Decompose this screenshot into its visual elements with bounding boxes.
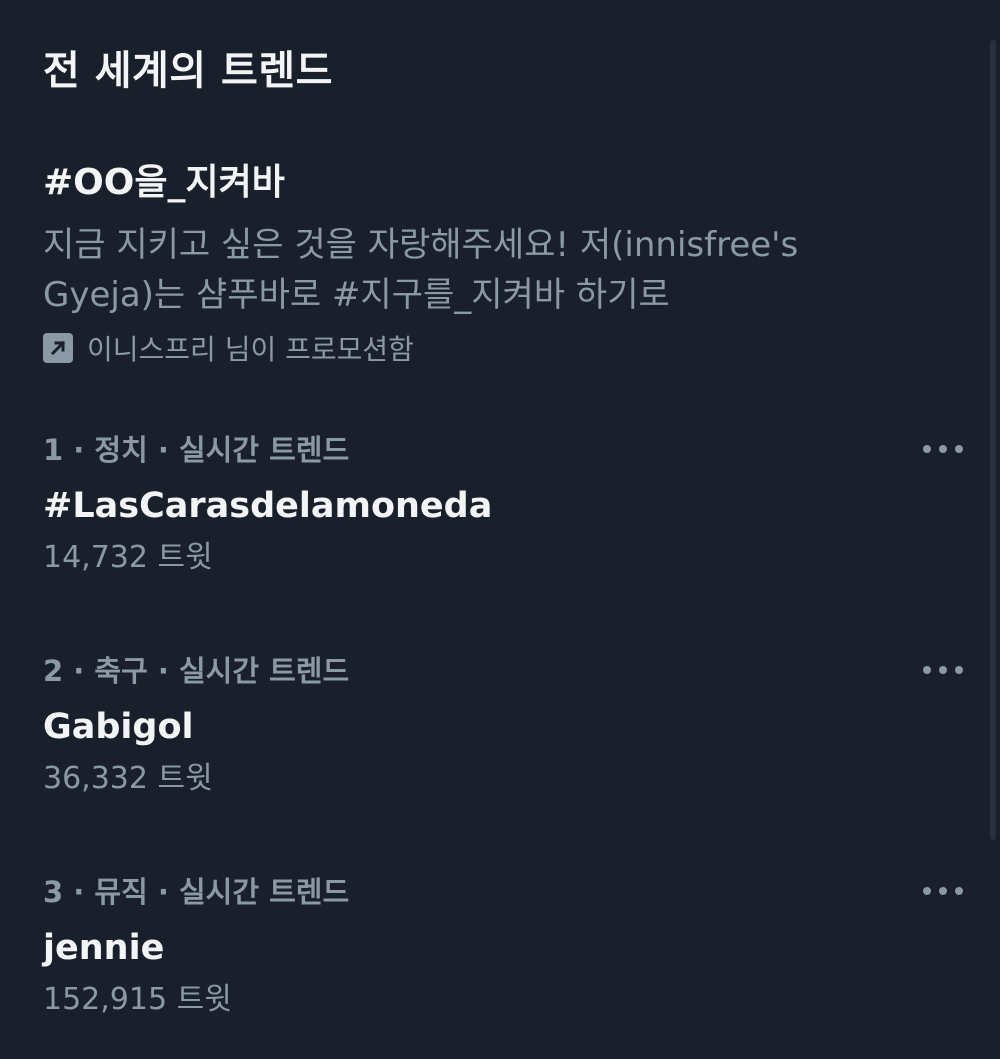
more-dot-icon — [955, 445, 963, 453]
scroll-thumb[interactable] — [990, 40, 996, 840]
more-dot-icon — [923, 666, 931, 674]
trend-item[interactable]: 3 · 뮤직 · 실시간 트렌드 jennie 152,915 트윗 — [43, 874, 963, 1020]
more-dot-icon — [939, 445, 947, 453]
scrollbar[interactable] — [990, 0, 996, 1059]
trend-item[interactable]: 1 · 정치 · 실시간 트렌드 #LasCarasdelamoneda 14,… — [43, 432, 963, 578]
promoted-trend-description: 지금 지키고 싶은 것을 자랑해주세요! 저(innisfree's Gyeja… — [43, 225, 799, 315]
trend-tweet-count: 14,732 트윗 — [43, 540, 213, 575]
trend-item[interactable]: 2 · 축구 · 실시간 트렌드 Gabigol 36,332 트윗 — [43, 653, 963, 799]
promoted-trend-title[interactable]: #OO을_지켜바 — [43, 160, 943, 206]
trend-meta: 3 · 뮤직 · 실시간 트렌드 — [43, 875, 350, 909]
more-options-button[interactable] — [923, 876, 963, 906]
trend-meta: 2 · 축구 · 실시간 트렌드 — [43, 654, 350, 688]
trend-tweet-count: 36,332 트윗 — [43, 761, 213, 796]
more-dot-icon — [955, 887, 963, 895]
trend-name[interactable]: #LasCarasdelamoneda — [43, 484, 963, 528]
more-dot-icon — [923, 445, 931, 453]
more-dot-icon — [955, 666, 963, 674]
promoted-trend[interactable]: #OO을_지켜바 지금 지키고 싶은 것을 자랑해주세요! 저(innisfre… — [43, 160, 943, 368]
trend-meta: 1 · 정치 · 실시간 트렌드 — [43, 433, 350, 467]
more-options-button[interactable] — [923, 434, 963, 464]
promoted-arrow-icon — [43, 333, 73, 363]
more-dot-icon — [939, 887, 947, 895]
trend-name[interactable]: jennie — [43, 926, 963, 970]
promoted-by-line: 이니스프리 님이 프로모션함 — [43, 328, 943, 368]
more-dot-icon — [923, 887, 931, 895]
trend-name[interactable]: Gabigol — [43, 705, 963, 749]
promoted-by-text: 이니스프리 님이 프로모션함 — [87, 333, 414, 366]
trend-tweet-count: 152,915 트윗 — [43, 982, 232, 1017]
more-dot-icon — [939, 666, 947, 674]
more-options-button[interactable] — [923, 655, 963, 685]
page-title: 전 세계의 트렌드 — [43, 48, 333, 94]
